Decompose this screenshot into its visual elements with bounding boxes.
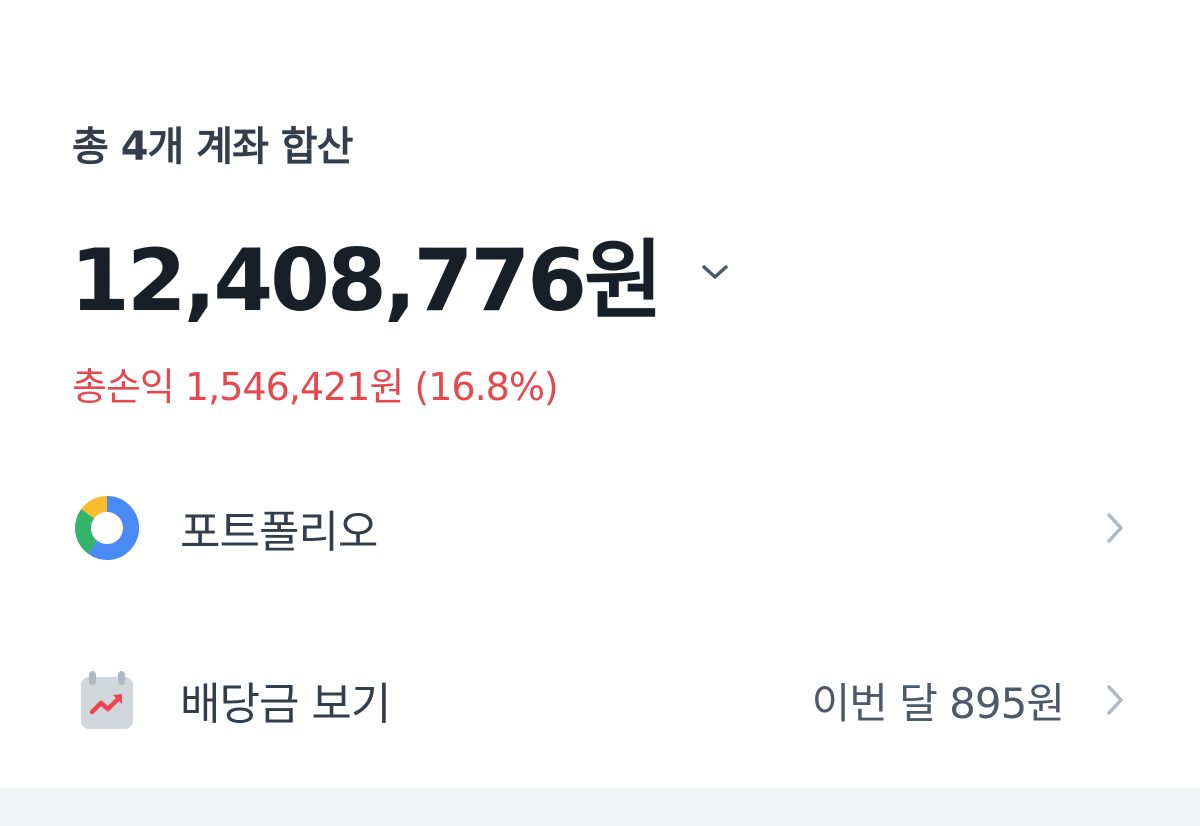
calendar-trend-icon [74,667,140,733]
account-summary-card: 총 4개 계좌 합산 12,408,776원 총손익 1,546,421원 (1… [0,0,1200,788]
section-divider [0,788,1200,826]
total-amount-toggle[interactable]: 12,408,776원 [70,222,730,331]
dividend-row[interactable]: 배당금 보기 이번 달 895원 [0,650,1200,750]
total-amount: 12,408,776원 [70,230,663,331]
chevron-down-icon[interactable] [700,257,730,287]
accounts-summary-label: 총 4개 계좌 합산 [72,124,353,170]
dividend-monthly-value: 이번 달 895원 [811,678,1065,728]
donut-chart-icon [74,495,140,561]
portfolio-label: 포트폴리오 [180,507,378,558]
portfolio-row[interactable]: 포트폴리오 [0,478,1200,578]
total-profit-text: 총손익 1,546,421원 (16.8%) [72,365,559,409]
chevron-right-icon [1100,680,1130,720]
chevron-right-icon [1100,508,1130,548]
dividend-label: 배당금 보기 [180,679,391,730]
